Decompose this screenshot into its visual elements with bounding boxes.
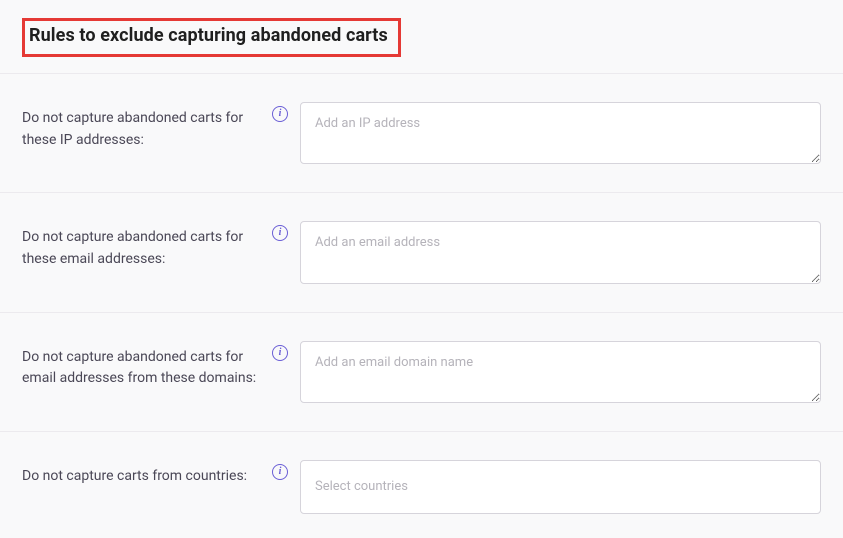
section-title-highlight: Rules to exclude capturing abandoned car… <box>22 18 401 57</box>
input-col: Select countries <box>300 460 821 514</box>
email-domains-input[interactable] <box>300 341 821 403</box>
info-icon[interactable] <box>272 106 288 122</box>
countries-select[interactable]: Select countries <box>300 460 821 514</box>
section-title: Rules to exclude capturing abandoned car… <box>29 25 388 46</box>
info-col <box>272 102 300 122</box>
input-col <box>300 341 821 407</box>
info-col <box>272 460 300 480</box>
label-email: Do not capture abandoned carts for these… <box>22 221 272 270</box>
label-domain: Do not capture abandoned carts for email… <box>22 341 272 390</box>
input-col <box>300 102 821 168</box>
rule-row-email: Do not capture abandoned carts for these… <box>0 193 843 312</box>
info-icon[interactable] <box>272 464 288 480</box>
ip-addresses-input[interactable] <box>300 102 821 164</box>
input-col <box>300 221 821 287</box>
info-col <box>272 221 300 241</box>
rule-row-domain: Do not capture abandoned carts for email… <box>0 313 843 432</box>
label-country: Do not capture carts from countries: <box>22 460 272 488</box>
info-icon[interactable] <box>272 225 288 241</box>
info-icon[interactable] <box>272 345 288 361</box>
label-ip: Do not capture abandoned carts for these… <box>22 102 272 151</box>
email-addresses-input[interactable] <box>300 221 821 283</box>
exclusion-rules-section: Rules to exclude capturing abandoned car… <box>0 0 843 538</box>
rule-row-ip: Do not capture abandoned carts for these… <box>0 74 843 193</box>
countries-placeholder: Select countries <box>315 478 408 496</box>
rule-row-country: Do not capture carts from countries: Sel… <box>0 432 843 538</box>
info-col <box>272 341 300 361</box>
